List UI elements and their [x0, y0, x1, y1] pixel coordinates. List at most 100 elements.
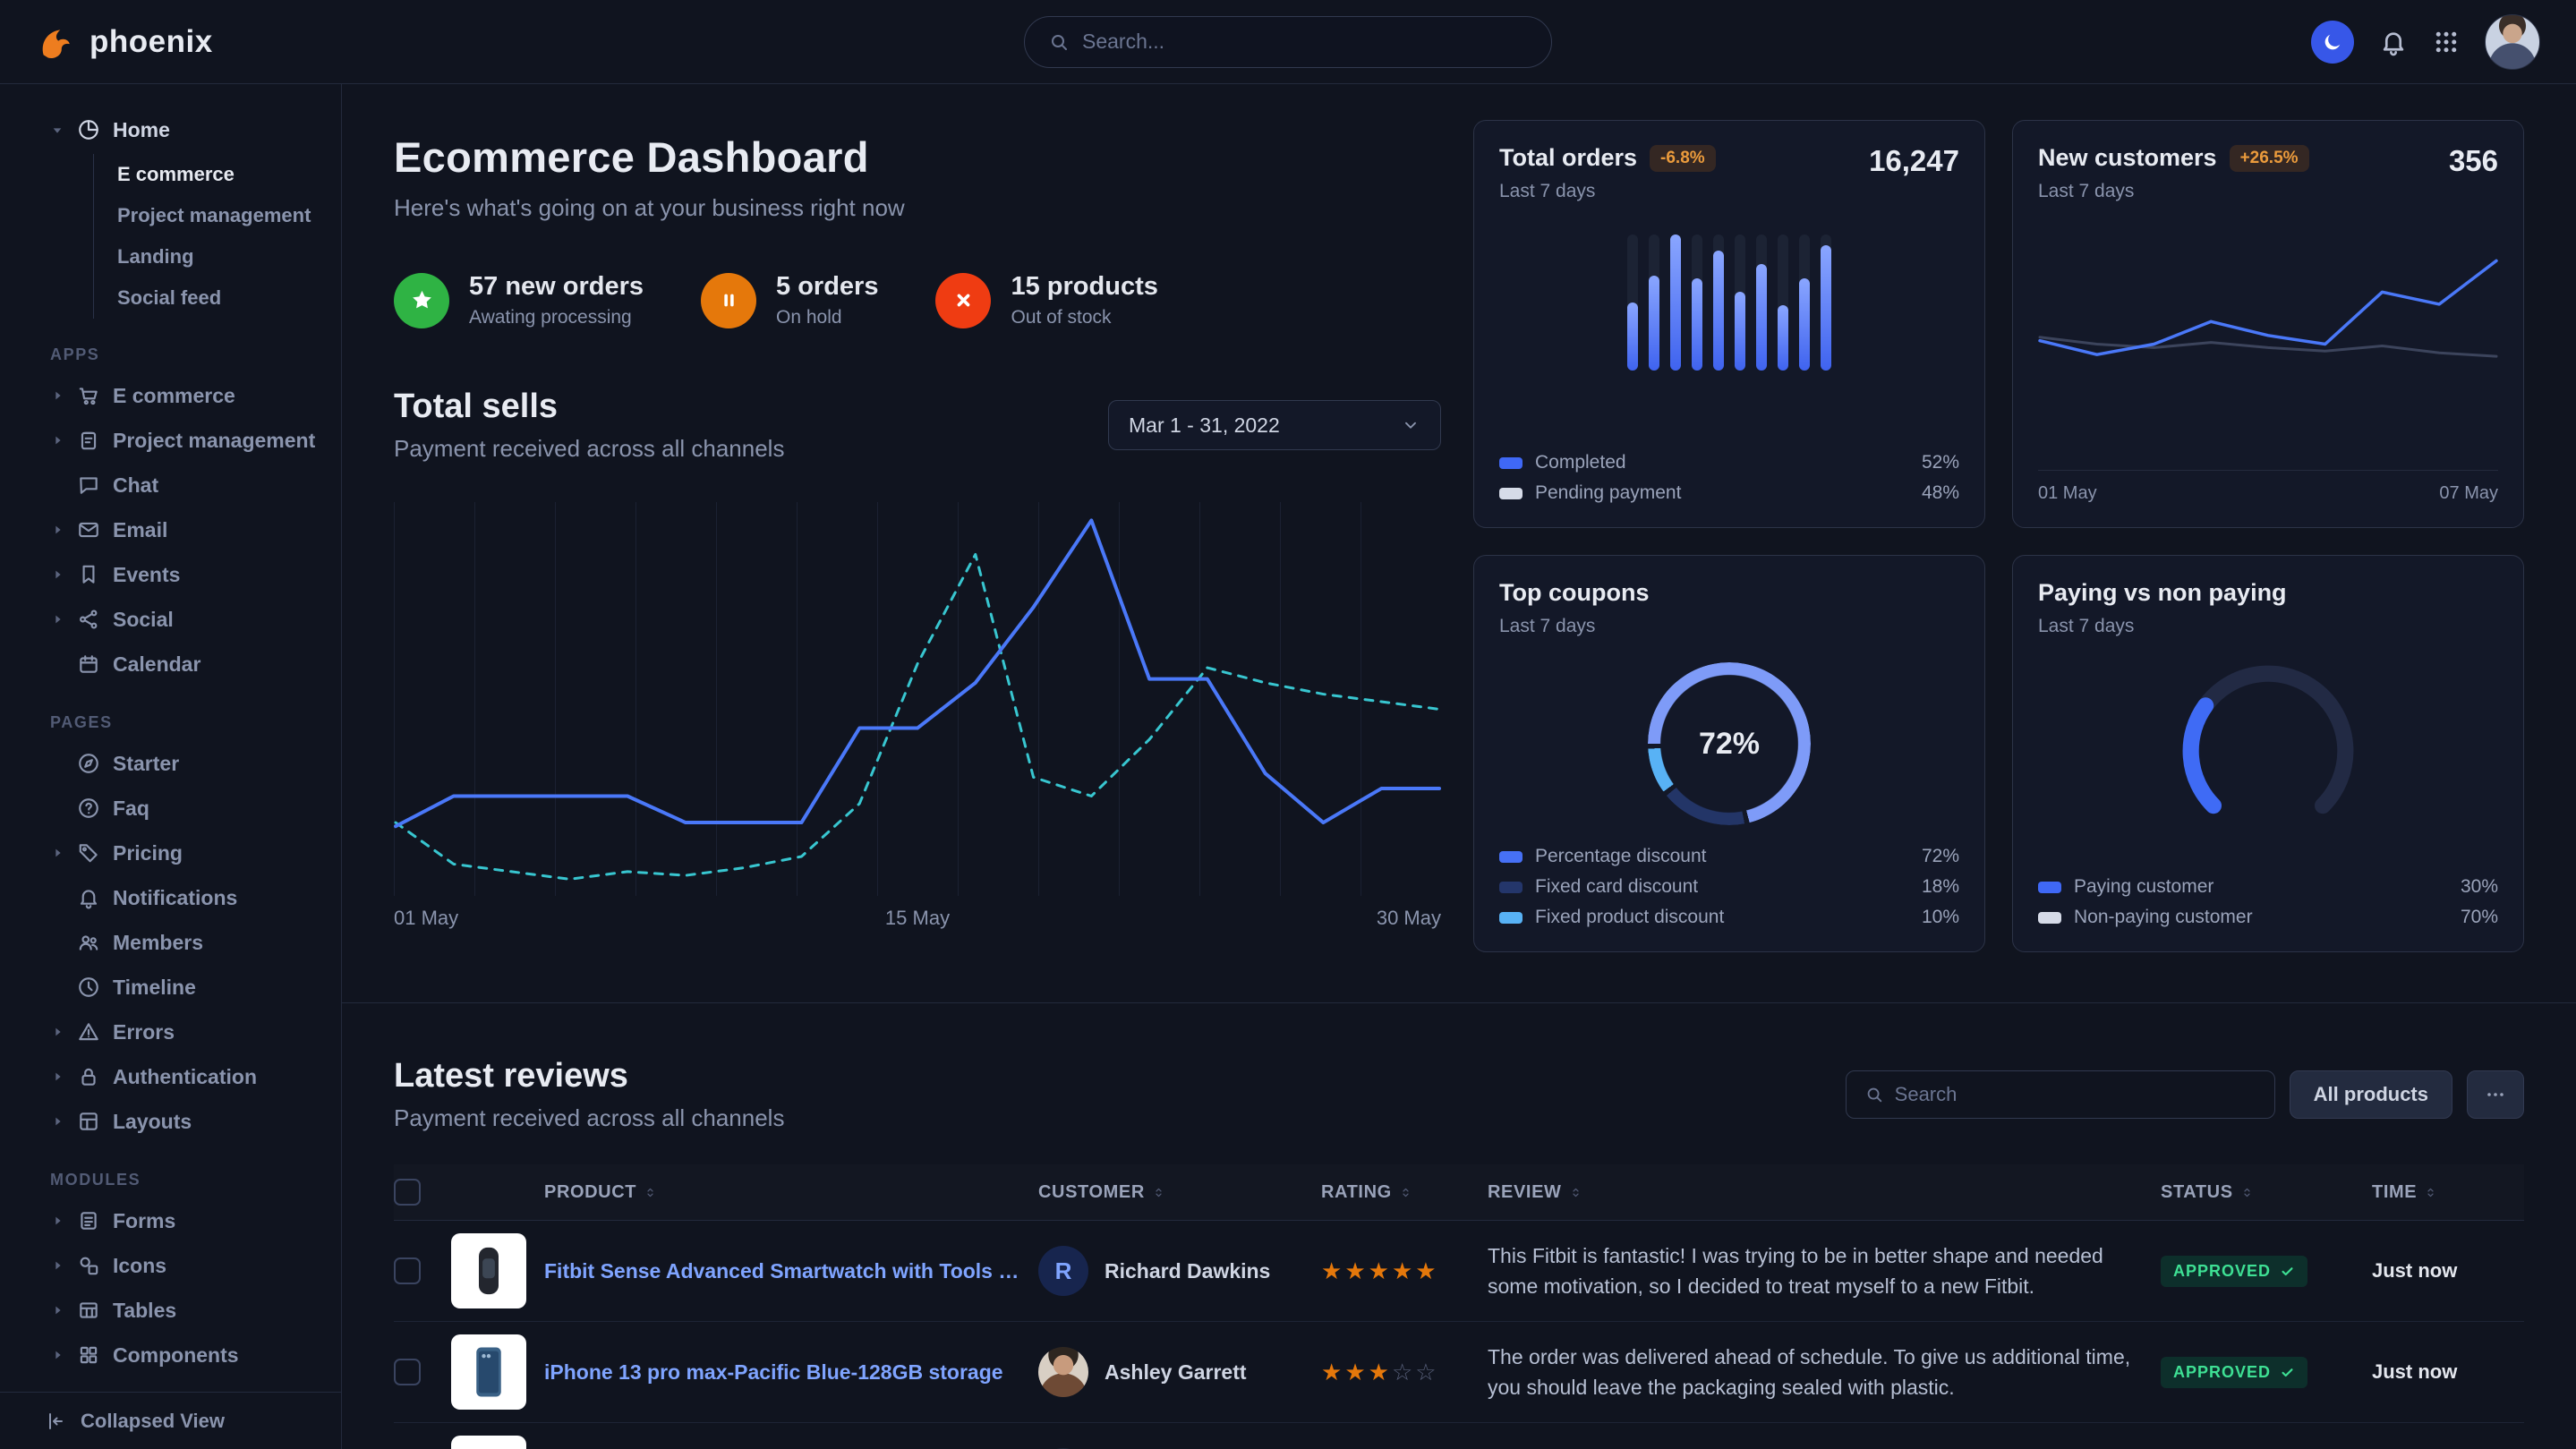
- section-label-pages: PAGES: [0, 713, 341, 732]
- legend-label: Percentage discount: [1535, 846, 1706, 867]
- caret-right-icon: [50, 612, 64, 626]
- rating-stars: ★★★★★: [1321, 1259, 1473, 1283]
- sidebar-item-forms[interactable]: Forms: [0, 1198, 341, 1243]
- warning-icon: [77, 1020, 100, 1044]
- date-range-select[interactable]: Mar 1 - 31, 2022: [1108, 400, 1441, 450]
- sidebar-item-calendar[interactable]: Calendar: [0, 642, 341, 686]
- compass-icon: [77, 752, 100, 775]
- grid-icon: [2433, 29, 2460, 55]
- puzzle-icon: [77, 1343, 100, 1367]
- sidebar-item-ecommerce-app[interactable]: E commerce: [0, 373, 341, 418]
- date-range-value: Mar 1 - 31, 2022: [1129, 413, 1280, 438]
- column-header-review[interactable]: REVIEW: [1488, 1182, 2146, 1203]
- sort-icon: [1399, 1186, 1412, 1199]
- select-all-checkbox[interactable]: [394, 1179, 421, 1206]
- card-paying-vs-nonpaying: Paying vs non paying Last 7 days Paying …: [2012, 555, 2524, 952]
- sidebar-item-email[interactable]: Email: [0, 507, 341, 552]
- row-checkbox[interactable]: [394, 1359, 421, 1385]
- theme-toggle-button[interactable]: [2311, 21, 2354, 64]
- sidebar-item-project-management-app[interactable]: Project management: [0, 418, 341, 463]
- column-header-status[interactable]: STATUS: [2161, 1182, 2358, 1203]
- global-search[interactable]: [1024, 16, 1552, 68]
- lock-icon: [77, 1065, 100, 1088]
- sort-icon: [2424, 1186, 2437, 1199]
- calendar-icon: [77, 652, 100, 676]
- sidebar-item-events[interactable]: Events: [0, 552, 341, 597]
- reviews-search-input[interactable]: [1895, 1083, 2256, 1106]
- legend-value: 30%: [2461, 876, 2498, 898]
- legend-value: 70%: [2461, 907, 2498, 928]
- sidebar-item-tables[interactable]: Tables: [0, 1288, 341, 1333]
- table-header-row: PRODUCT CUSTOMER RATING REVIEW STATUS: [394, 1164, 2524, 1221]
- sidebar-item-social[interactable]: Social: [0, 597, 341, 642]
- collapse-view-button[interactable]: Collapsed View: [0, 1392, 341, 1449]
- review-text: This Fitbit is fantastic! I was trying t…: [1488, 1240, 2146, 1302]
- sidebar-item-timeline[interactable]: Timeline: [0, 965, 341, 1010]
- trend-badge: +26.5%: [2230, 145, 2309, 172]
- table-row: iPhone 13 pro max-Pacific Blue-128GB sto…: [394, 1322, 2524, 1423]
- sidebar-item-e-commerce[interactable]: E commerce: [94, 154, 341, 195]
- customer-name: Richard Dawkins: [1105, 1259, 1270, 1283]
- reviews-search[interactable]: [1846, 1070, 2275, 1119]
- product-link[interactable]: Fitbit Sense Advanced Smartwatch with To…: [544, 1259, 1024, 1283]
- column-header-customer[interactable]: CUSTOMER: [1038, 1182, 1307, 1203]
- sidebar-item-label: Landing: [117, 245, 194, 268]
- sidebar-item-starter[interactable]: Starter: [0, 741, 341, 786]
- sidebar-item-social-feed[interactable]: Social feed: [94, 277, 341, 319]
- apps-grid-button[interactable]: [2433, 29, 2460, 55]
- legend-label: Fixed product discount: [1535, 907, 1724, 928]
- status-badge: APPROVED: [2161, 1357, 2307, 1388]
- caret-right-icon: [50, 1025, 64, 1039]
- product-link[interactable]: iPhone 13 pro max-Pacific Blue-128GB sto…: [544, 1360, 1003, 1385]
- column-header-time[interactable]: TIME: [2372, 1182, 2524, 1203]
- iphone-image: [459, 1342, 518, 1402]
- chevron-down-icon: [1401, 415, 1420, 435]
- stat-label: On hold: [776, 307, 878, 328]
- check-icon: [2280, 1264, 2295, 1279]
- caret-right-icon: [50, 1214, 64, 1228]
- card-value: 356: [2449, 144, 2498, 178]
- sidebar-item-faq[interactable]: Faq: [0, 786, 341, 831]
- global-search-input[interactable]: [1082, 30, 1528, 54]
- sidebar-item-icons[interactable]: Icons: [0, 1243, 341, 1288]
- brand[interactable]: phoenix: [36, 21, 213, 63]
- row-checkbox[interactable]: [394, 1257, 421, 1284]
- more-options-button[interactable]: [2467, 1070, 2524, 1119]
- pause-icon: [701, 273, 756, 328]
- x-tick: 01 May: [394, 907, 458, 930]
- column-header-rating[interactable]: RATING: [1321, 1182, 1473, 1203]
- sidebar-item-landing[interactable]: Landing: [94, 236, 341, 277]
- bell-icon: [2379, 28, 2408, 56]
- section-label-apps: APPS: [0, 345, 341, 364]
- sidebar-item-pricing[interactable]: Pricing: [0, 831, 341, 875]
- user-avatar[interactable]: [2485, 14, 2540, 70]
- card-total-orders: Total orders -6.8% Last 7 days 16,247 Co…: [1473, 120, 1985, 528]
- column-header-product[interactable]: PRODUCT: [451, 1182, 1024, 1203]
- sidebar-item-home[interactable]: Home: [0, 107, 341, 152]
- card-period: Last 7 days: [2038, 616, 2287, 637]
- top-navbar: phoenix: [0, 0, 2576, 84]
- sidebar-item-label: Layouts: [113, 1110, 192, 1134]
- notifications-button[interactable]: [2379, 28, 2408, 56]
- sidebar-item-members[interactable]: Members: [0, 920, 341, 965]
- reviews-table: PRODUCT CUSTOMER RATING REVIEW STATUS: [394, 1164, 2524, 1449]
- legend-label: Paying customer: [2074, 876, 2213, 898]
- sidebar-item-errors[interactable]: Errors: [0, 1010, 341, 1054]
- customer-name: Ashley Garrett: [1105, 1360, 1247, 1385]
- x-tick: 01 May: [2038, 483, 2097, 504]
- legend-label: Completed: [1535, 452, 1626, 473]
- sidebar-item-notifications[interactable]: Notifications: [0, 875, 341, 920]
- navbar-actions: [2311, 14, 2540, 70]
- sidebar-item-components[interactable]: Components: [0, 1333, 341, 1377]
- sidebar-item-layouts[interactable]: Layouts: [0, 1099, 341, 1144]
- card-period: Last 7 days: [1499, 181, 1716, 202]
- main-content: Ecommerce Dashboard Here's what's going …: [342, 84, 2576, 1449]
- sidebar-item-project-management[interactable]: Project management: [94, 195, 341, 236]
- sidebar-item-label: Faq: [113, 797, 149, 821]
- legend-swatch: [2038, 912, 2061, 924]
- orders-legend: Completed 52% Pending payment 48%: [1499, 452, 1959, 504]
- sidebar-item-authentication[interactable]: Authentication: [0, 1054, 341, 1099]
- sidebar-item-chat[interactable]: Chat: [0, 463, 341, 507]
- table-row-partial: [394, 1423, 2524, 1449]
- all-products-button[interactable]: All products: [2290, 1070, 2452, 1119]
